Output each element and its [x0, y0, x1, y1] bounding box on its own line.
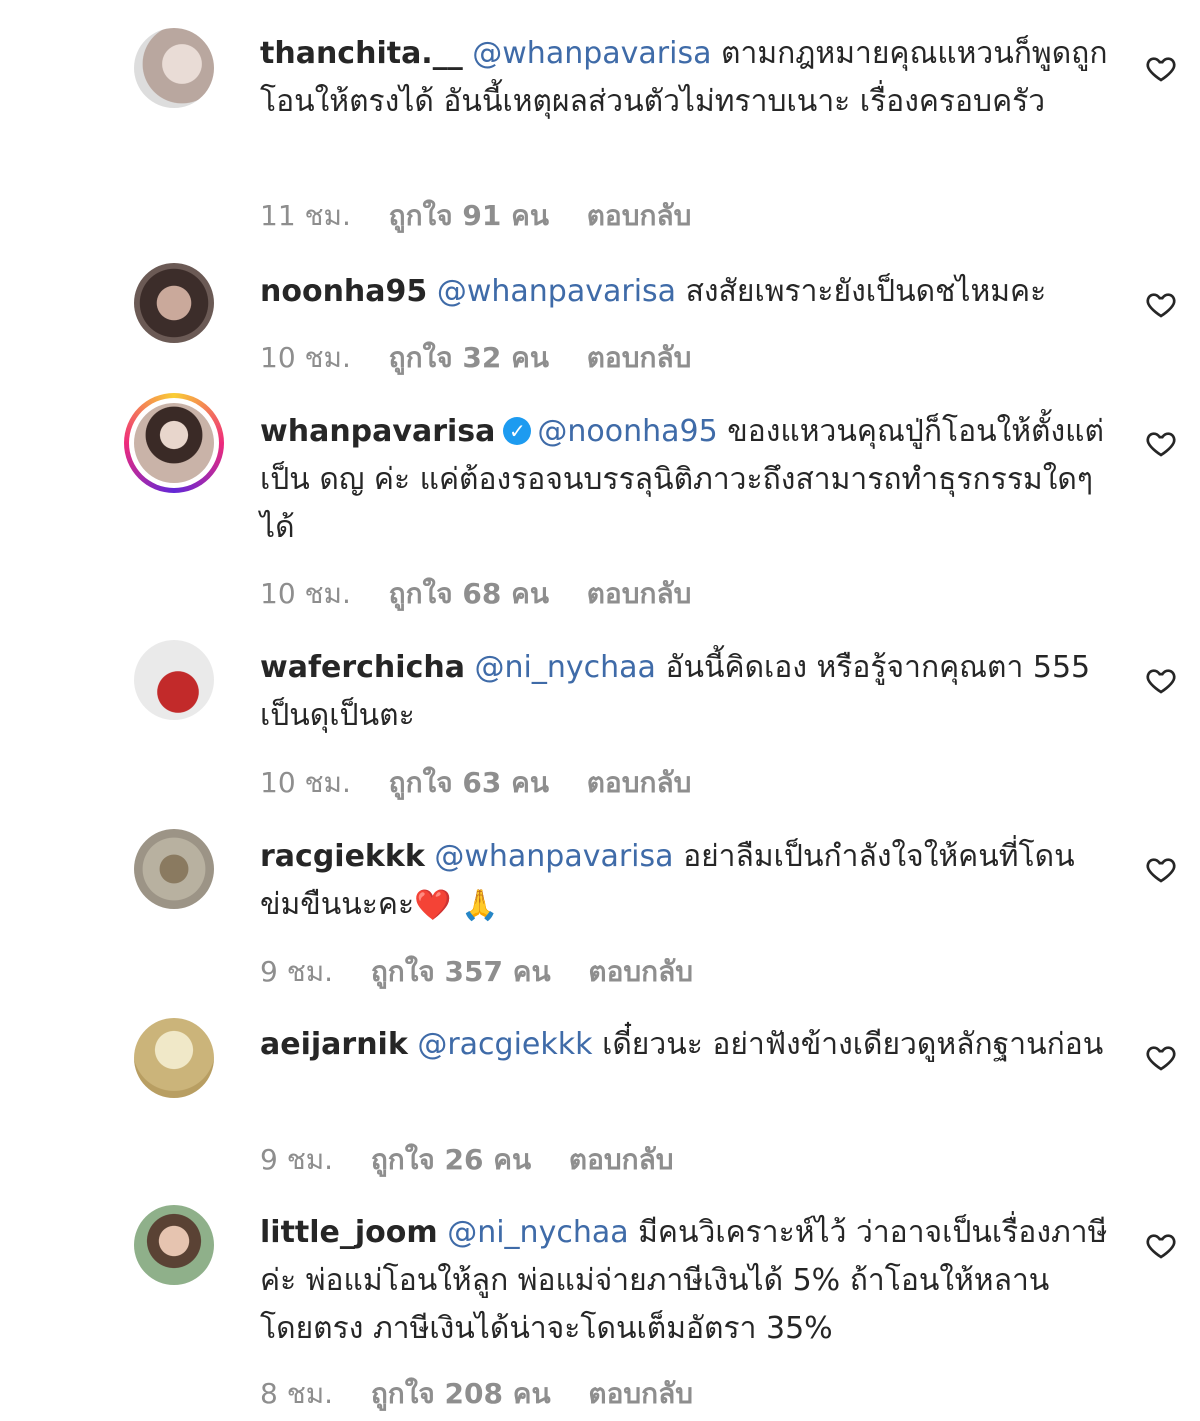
comment-mention[interactable]: @whanpavarisa: [472, 36, 711, 71]
comment-username[interactable]: aeijarnik: [260, 1027, 408, 1062]
comment-reply-button[interactable]: ตอบกลับ: [587, 577, 692, 610]
comment-username[interactable]: racgiekkk: [260, 839, 425, 874]
comment-body: เดี๋ยวนะ อย่าฟังข้างเดียวดูหลักฐานก่อน: [602, 1027, 1104, 1062]
comment-reply-button[interactable]: ตอบกลับ: [587, 199, 692, 232]
comment-username[interactable]: thanchita.__: [260, 36, 463, 71]
comment-likes[interactable]: ถูกใจ 208 คน: [371, 1377, 551, 1410]
comment-meta: 9 ชม. ถูกใจ 357 คน ตอบกลับ: [260, 950, 721, 994]
comment-username[interactable]: whanpavarisa: [260, 414, 495, 449]
heart-outline-icon[interactable]: [1145, 1041, 1177, 1073]
comment-username[interactable]: little_joom: [260, 1215, 438, 1250]
comment-username[interactable]: waferchicha: [260, 650, 465, 685]
comment-text: little_joom @ni_nychaa มีคนวิเคราะห์ไว้ …: [260, 1209, 1110, 1353]
heart-outline-icon[interactable]: [1145, 288, 1177, 320]
avatar[interactable]: [134, 1018, 214, 1098]
comment-text: racgiekkk @whanpavarisa อย่าลืมเป็นกำลัง…: [260, 833, 1110, 930]
comment-text: whanpavarisa ✓ @noonha95 ของแหวนคุณปู่ก็โอ…: [260, 408, 1110, 552]
heart-and-pray-emoji: ❤️ 🙏: [414, 887, 499, 923]
comment-text: aeijarnik @racgiekkk เดี๋ยวนะ อย่าฟังข้า…: [260, 1021, 1110, 1069]
avatar[interactable]: [134, 829, 214, 909]
avatar[interactable]: [134, 263, 214, 343]
comment-mention[interactable]: @whanpavarisa: [437, 274, 676, 309]
verified-badge-icon: ✓: [503, 416, 532, 445]
comment-mention[interactable]: @whanpavarisa: [434, 839, 673, 874]
comment-time: 9 ชม.: [260, 1143, 334, 1176]
comment-time: 10 ชม.: [260, 766, 351, 799]
comment-mention[interactable]: @ni_nychaa: [447, 1215, 628, 1250]
comment-time: 8 ชม.: [260, 1377, 334, 1410]
comment-meta: 11 ชม. ถูกใจ 91 คน ตอบกลับ: [260, 194, 719, 238]
comment-likes[interactable]: ถูกใจ 357 คน: [371, 955, 551, 988]
comment-time: 11 ชม.: [260, 199, 351, 232]
heart-outline-icon[interactable]: [1145, 52, 1177, 84]
comment-time: 10 ชม.: [260, 577, 351, 610]
comment-body: สงสัยเพราะยังเป็นดชไหมคะ: [685, 274, 1047, 309]
avatar[interactable]: [134, 28, 214, 108]
comment-reply-button[interactable]: ตอบกลับ: [588, 1377, 693, 1410]
comment-reply-button[interactable]: ตอบกลับ: [588, 955, 693, 988]
comment-likes[interactable]: ถูกใจ 32 คน: [389, 341, 549, 374]
comment-likes[interactable]: ถูกใจ 26 คน: [371, 1143, 531, 1176]
comment-likes[interactable]: ถูกใจ 68 คน: [389, 577, 549, 610]
heart-outline-icon[interactable]: [1145, 853, 1177, 885]
comment-reply-button[interactable]: ตอบกลับ: [569, 1143, 674, 1176]
comment-reply-button[interactable]: ตอบกลับ: [587, 341, 692, 374]
comment-mention[interactable]: @noonha95: [537, 414, 717, 449]
comment-likes[interactable]: ถูกใจ 63 คน: [389, 766, 549, 799]
comment-reply-button[interactable]: ตอบกลับ: [587, 766, 692, 799]
comment-meta: 8 ชม. ถูกใจ 208 คน ตอบกลับ: [260, 1372, 721, 1416]
comment-time: 10 ชม.: [260, 341, 351, 374]
comment-likes[interactable]: ถูกใจ 91 คน: [389, 199, 549, 232]
comment-meta: 10 ชม. ถูกใจ 68 คน ตอบกลับ: [260, 572, 719, 616]
avatar[interactable]: [124, 393, 224, 493]
comment-time: 9 ชม.: [260, 955, 334, 988]
heart-outline-icon[interactable]: [1145, 1229, 1177, 1261]
comment-mention[interactable]: @racgiekkk: [417, 1027, 592, 1062]
avatar[interactable]: [134, 1205, 214, 1285]
comment-username[interactable]: noonha95: [260, 274, 427, 309]
comment-meta: 10 ชม. ถูกใจ 32 คน ตอบกลับ: [260, 336, 719, 380]
heart-outline-icon[interactable]: [1145, 664, 1177, 696]
comment-text: thanchita.__ @whanpavarisa ตามกฎหมายคุณแ…: [260, 30, 1110, 126]
comment-meta: 9 ชม. ถูกใจ 26 คน ตอบกลับ: [260, 1138, 702, 1182]
comment-text: waferchicha @ni_nychaa อันนี้คิดเอง หรือ…: [260, 644, 1110, 740]
comment-meta: 10 ชม. ถูกใจ 63 คน ตอบกลับ: [260, 761, 719, 805]
avatar[interactable]: [134, 640, 214, 720]
avatar-photo: [134, 403, 214, 483]
heart-outline-icon[interactable]: [1145, 427, 1177, 459]
comment-mention[interactable]: @ni_nychaa: [475, 650, 656, 685]
comment-text: noonha95 @whanpavarisa สงสัยเพราะยังเป็น…: [260, 268, 1110, 316]
